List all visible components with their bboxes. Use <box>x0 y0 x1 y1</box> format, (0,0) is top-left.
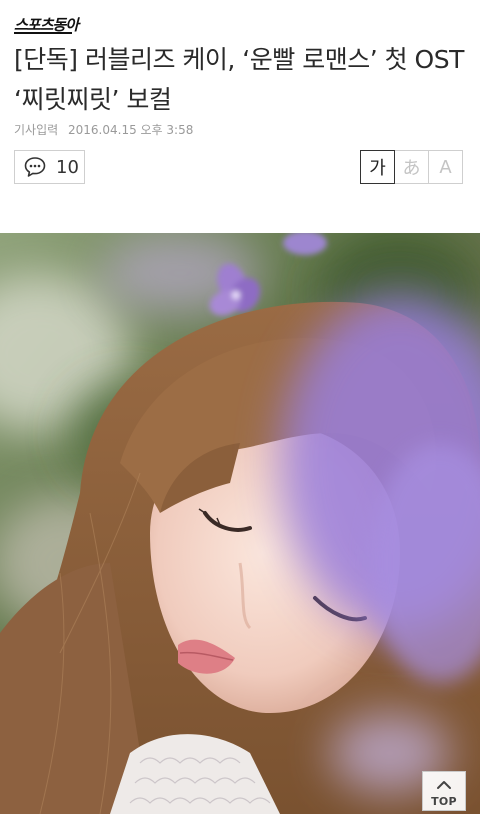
article-headline: [단독] 러블리즈 케이, ‘운빨 로맨스’ 첫 OST ‘찌릿찌릿’ 보컬 <box>14 45 464 114</box>
article-photo <box>0 233 480 814</box>
font-size-korean-button[interactable]: 가 <box>360 150 395 184</box>
comment-count: 10 <box>56 156 79 178</box>
article-photo-illustration <box>0 233 480 814</box>
font-size-selector: 가 あ A <box>360 150 463 184</box>
scroll-top-button[interactable]: TOP <box>422 771 466 811</box>
chevron-up-icon <box>436 775 452 794</box>
scroll-top-label: TOP <box>431 794 457 808</box>
published-date: 2016.04.15 오후 3:58 <box>68 123 194 137</box>
logo-underline <box>14 32 72 34</box>
meta-label: 기사입력 <box>14 123 59 137</box>
font-size-japanese-button[interactable]: あ <box>394 150 429 184</box>
comment-button[interactable]: 10 <box>14 150 85 184</box>
font-size-latin-button[interactable]: A <box>428 150 463 184</box>
speech-bubble-icon <box>23 156 47 178</box>
article-meta: 기사입력 2016.04.15 오후 3:58 <box>14 121 193 138</box>
